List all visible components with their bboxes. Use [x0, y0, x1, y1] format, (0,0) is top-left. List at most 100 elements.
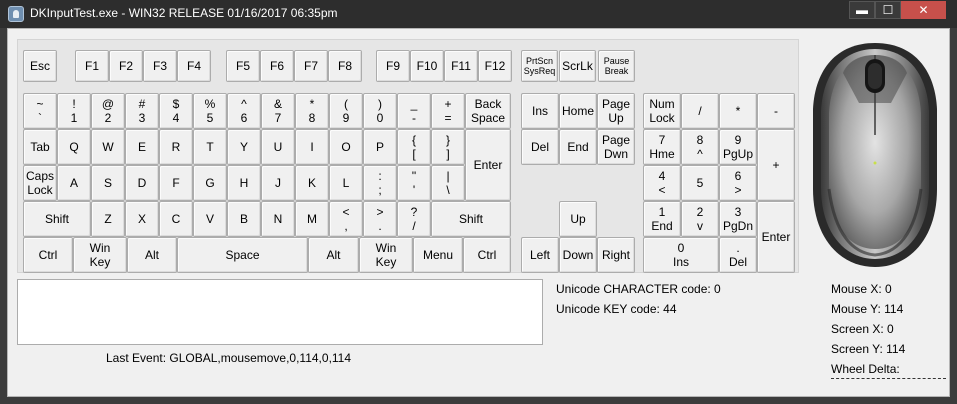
key-lwin[interactable]: Win Key: [73, 237, 127, 273]
key-a[interactable]: A: [57, 165, 91, 201]
key-lbracket[interactable]: { [: [397, 129, 431, 165]
key-c[interactable]: C: [159, 201, 193, 237]
key-2[interactable]: @ 2: [91, 93, 125, 129]
key-num5[interactable]: 5: [681, 165, 719, 201]
key-pause[interactable]: Pause Break: [598, 50, 635, 82]
key-1[interactable]: ! 1: [57, 93, 91, 129]
key-x[interactable]: X: [125, 201, 159, 237]
key-numlock[interactable]: Num Lock: [643, 93, 681, 129]
key-d[interactable]: D: [125, 165, 159, 201]
key-num2[interactable]: 2 v: [681, 201, 719, 237]
key-3[interactable]: # 3: [125, 93, 159, 129]
key-f10[interactable]: F10: [410, 50, 444, 82]
key-f1[interactable]: F1: [75, 50, 109, 82]
key-rbracket[interactable]: } ]: [431, 129, 465, 165]
key-ralt[interactable]: Alt: [308, 237, 359, 273]
key-backspace[interactable]: Back Space: [465, 93, 511, 129]
key-y[interactable]: Y: [227, 129, 261, 165]
key-rshift[interactable]: Shift: [431, 201, 511, 237]
key-space[interactable]: Space: [177, 237, 308, 273]
key-6[interactable]: ^ 6: [227, 93, 261, 129]
key-ins[interactable]: Ins: [521, 93, 559, 129]
key-slash[interactable]: ? /: [397, 201, 431, 237]
key-f6[interactable]: F6: [260, 50, 294, 82]
key-num1[interactable]: 1 End: [643, 201, 681, 237]
key-f9[interactable]: F9: [376, 50, 410, 82]
key-lshift[interactable]: Shift: [23, 201, 91, 237]
key-num9[interactable]: 9 PgUp: [719, 129, 757, 165]
key-rctrl[interactable]: Ctrl: [463, 237, 511, 273]
key-num8[interactable]: 8 ^: [681, 129, 719, 165]
key-r[interactable]: R: [159, 129, 193, 165]
key-8[interactable]: * 8: [295, 93, 329, 129]
key-down[interactable]: Down: [559, 237, 597, 273]
key-rwin[interactable]: Win Key: [359, 237, 413, 273]
key-lctrl[interactable]: Ctrl: [23, 237, 73, 273]
key-numadd[interactable]: +: [757, 129, 795, 201]
key-f8[interactable]: F8: [328, 50, 362, 82]
key-pgup[interactable]: Page Up: [597, 93, 635, 129]
key-w[interactable]: W: [91, 129, 125, 165]
key-nummul[interactable]: *: [719, 93, 757, 129]
key-p[interactable]: P: [363, 129, 397, 165]
key-7[interactable]: & 7: [261, 93, 295, 129]
key-num3[interactable]: 3 PgDn: [719, 201, 757, 237]
key-left[interactable]: Left: [521, 237, 559, 273]
key-g[interactable]: G: [193, 165, 227, 201]
key-l[interactable]: L: [329, 165, 363, 201]
key-menu[interactable]: Menu: [413, 237, 463, 273]
key-h[interactable]: H: [227, 165, 261, 201]
key-v[interactable]: V: [193, 201, 227, 237]
key-j[interactable]: J: [261, 165, 295, 201]
key-semicolon[interactable]: : ;: [363, 165, 397, 201]
key-minus[interactable]: _ -: [397, 93, 431, 129]
key-9[interactable]: ( 9: [329, 93, 363, 129]
key-del[interactable]: Del: [521, 129, 559, 165]
key-lalt[interactable]: Alt: [127, 237, 177, 273]
key-num7[interactable]: 7 Hme: [643, 129, 681, 165]
key-t[interactable]: T: [193, 129, 227, 165]
key-i[interactable]: I: [295, 129, 329, 165]
key-z[interactable]: Z: [91, 201, 125, 237]
key-end[interactable]: End: [559, 129, 597, 165]
title-bar[interactable]: DKInputTest.exe - WIN32 RELEASE 01/16/20…: [0, 0, 957, 28]
key-enter[interactable]: Enter: [465, 129, 511, 201]
key-0[interactable]: ) 0: [363, 93, 397, 129]
key-pgdn[interactable]: Page Dwn: [597, 129, 635, 165]
key-right[interactable]: Right: [597, 237, 635, 273]
maximize-button[interactable]: ☐: [875, 1, 901, 19]
key-m[interactable]: M: [295, 201, 329, 237]
key-f5[interactable]: F5: [226, 50, 260, 82]
key-b[interactable]: B: [227, 201, 261, 237]
key-numdiv[interactable]: /: [681, 93, 719, 129]
key-f4[interactable]: F4: [177, 50, 211, 82]
key-s[interactable]: S: [91, 165, 125, 201]
key-equals[interactable]: + =: [431, 93, 465, 129]
key-backslash[interactable]: | \: [431, 165, 465, 201]
key-o[interactable]: O: [329, 129, 363, 165]
key-esc[interactable]: Esc: [23, 50, 57, 82]
key-f3[interactable]: F3: [143, 50, 177, 82]
event-log-box[interactable]: [17, 279, 543, 345]
key-comma[interactable]: < ,: [329, 201, 363, 237]
key-tilde[interactable]: ~ `: [23, 93, 57, 129]
key-f2[interactable]: F2: [109, 50, 143, 82]
key-e[interactable]: E: [125, 129, 159, 165]
key-up[interactable]: Up: [559, 201, 597, 237]
key-prtscn[interactable]: PrtScn SysReq: [521, 50, 558, 82]
key-period[interactable]: > .: [363, 201, 397, 237]
key-f[interactable]: F: [159, 165, 193, 201]
key-scrlk[interactable]: ScrLk: [559, 50, 596, 82]
key-k[interactable]: K: [295, 165, 329, 201]
key-f12[interactable]: F12: [478, 50, 512, 82]
key-home[interactable]: Home: [559, 93, 597, 129]
key-5[interactable]: % 5: [193, 93, 227, 129]
key-caps[interactable]: Caps Lock: [23, 165, 57, 201]
key-numsub[interactable]: -: [757, 93, 795, 129]
key-num4[interactable]: 4 <: [643, 165, 681, 201]
key-quote[interactable]: " ': [397, 165, 431, 201]
key-4[interactable]: $ 4: [159, 93, 193, 129]
close-button[interactable]: ✕: [901, 1, 946, 19]
key-q[interactable]: Q: [57, 129, 91, 165]
key-numenter[interactable]: Enter: [757, 201, 795, 273]
